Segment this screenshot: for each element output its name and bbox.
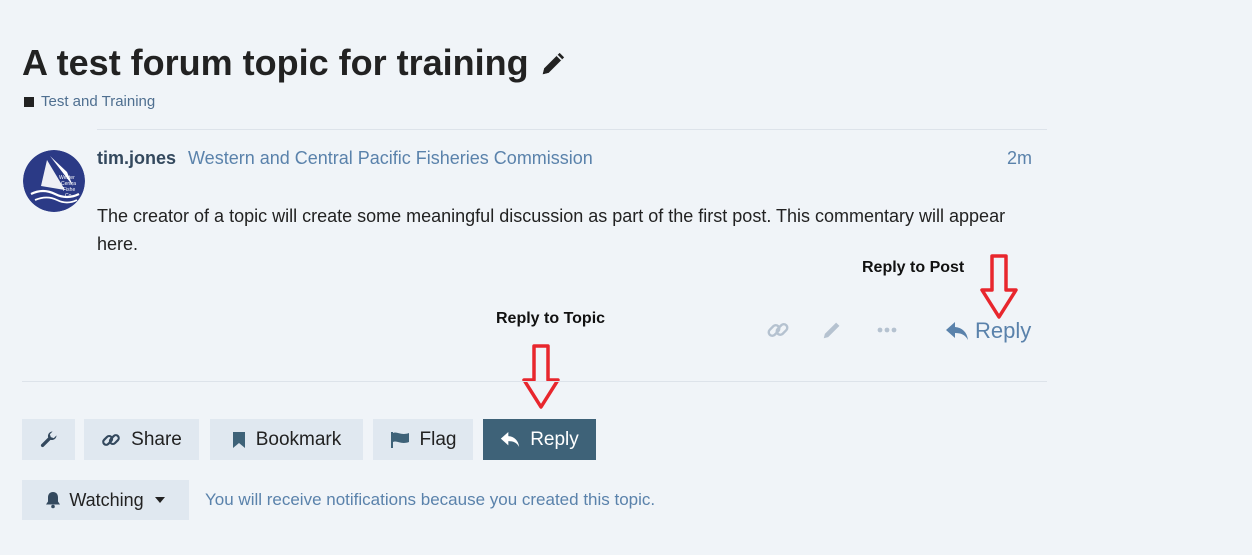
flag-button[interactable]: Flag [373,419,473,460]
notification-level-dropdown[interactable]: Watching [22,480,189,520]
annotation-reply-to-topic: Reply to Topic [496,310,606,327]
reply-to-post-label: Reply [975,318,1032,343]
edit-pencil-small-icon[interactable] [818,316,846,344]
bottom-divider [22,381,1047,382]
category-color-square [24,96,34,107]
down-arrow-topic-icon [522,344,560,409]
bookmark-button[interactable]: Bookmark [210,419,363,460]
avatar[interactable]: Wester Centra Fishe Co [23,150,85,212]
admin-wrench-button[interactable] [22,419,75,460]
annotation-reply-to-post: Reply to Post [862,259,965,276]
more-options-icon[interactable] [873,316,901,344]
top-divider [97,129,1047,130]
wrench-icon [40,430,57,447]
reply-to-topic-button[interactable]: Reply [483,419,596,460]
flag-label: Flag [419,428,457,450]
link-icon[interactable] [764,316,792,344]
bell-icon [46,492,61,509]
reply-arrow-icon [501,432,520,447]
category-link[interactable]: Test and Training [24,93,155,110]
flag-icon [390,431,409,448]
post-age[interactable]: 2m [1007,148,1032,169]
topic-panel: A test forum topic for training Test and… [0,0,1252,555]
reply-to-topic-label: Reply [530,428,579,450]
edit-pencil-icon[interactable] [539,48,569,78]
reply-arrow-icon [946,322,968,340]
share-link-icon [102,433,120,446]
down-arrow-post-icon [980,254,1018,319]
username-link[interactable]: tim.jones [97,148,176,169]
category-label: Test and Training [41,93,156,110]
watching-note: You will receive notifications because y… [205,490,656,509]
post-header: tim.jones Western and Central Pacific Fi… [97,148,1032,169]
topic-title: A test forum topic for training [22,42,569,84]
topic-title-text: A test forum topic for training [22,42,529,83]
user-organization: Western and Central Pacific Fisheries Co… [188,148,593,168]
watching-label: Watching [69,489,144,510]
post-body: The creator of a topic will create some … [97,206,1006,254]
bookmark-label: Bookmark [255,428,342,450]
share-button[interactable]: Share [84,419,199,460]
avatar-text-4: Co [65,193,72,199]
reply-to-post-button[interactable]: Reply [945,318,1031,344]
avatar-logo-icon: Wester Centra Fishe Co [23,150,85,212]
share-label: Share [131,428,182,450]
chevron-down-icon [154,497,165,503]
bookmark-icon [232,431,245,448]
